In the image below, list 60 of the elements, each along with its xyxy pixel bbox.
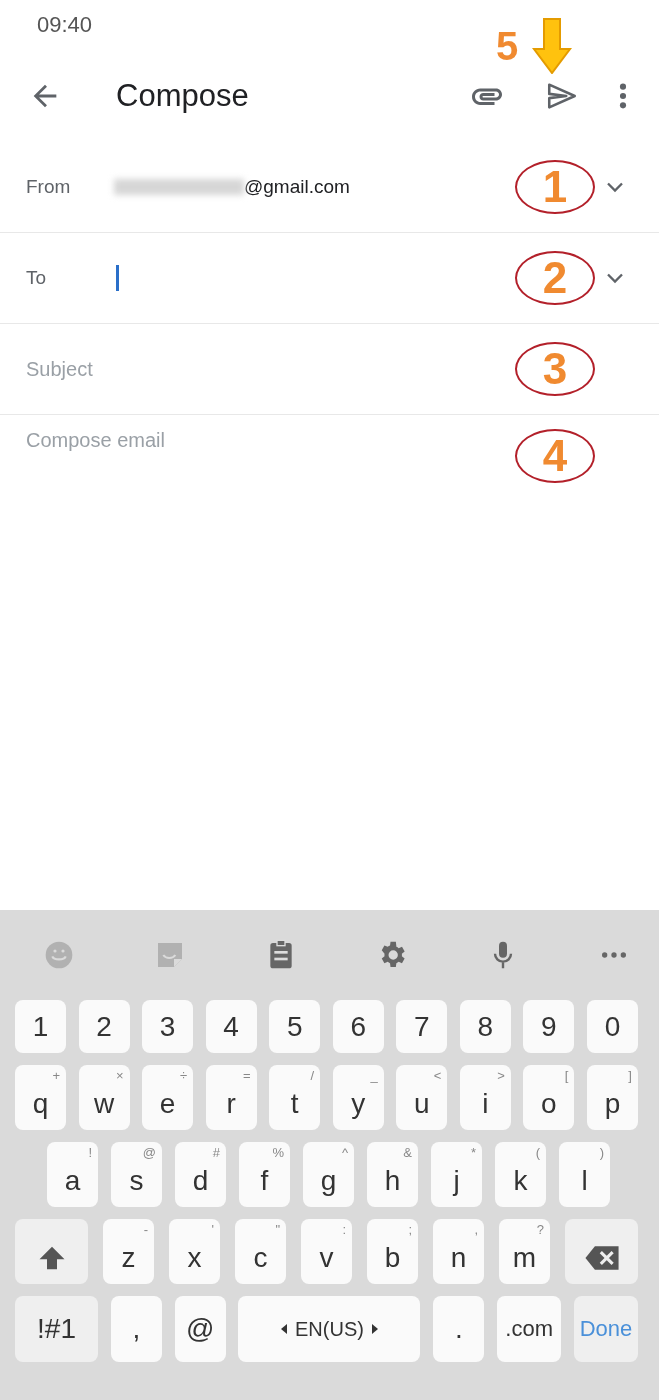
shift-key[interactable] <box>15 1219 88 1284</box>
callout-number: 5 <box>496 26 519 66</box>
key[interactable]: 4 <box>205 1000 257 1053</box>
key[interactable]: " c <box>235 1219 286 1284</box>
key[interactable]: , n <box>433 1219 484 1284</box>
key[interactable]: * j <box>431 1142 482 1207</box>
key[interactable]: + q <box>15 1065 66 1130</box>
key[interactable]: 7 <box>396 1000 448 1053</box>
key[interactable]: [ o <box>523 1065 575 1130</box>
left-triangle-icon <box>281 1324 288 1334</box>
numbered-circle: 2 <box>515 251 595 305</box>
numbered-circle: 4 <box>515 429 595 483</box>
key[interactable]: ? m <box>499 1219 550 1284</box>
key[interactable]: 2 <box>78 1000 130 1053</box>
key[interactable]: - z <box>103 1219 154 1284</box>
key[interactable]: ( k <box>495 1142 546 1207</box>
backspace-key[interactable] <box>565 1219 638 1284</box>
field-label: From <box>26 176 72 198</box>
key[interactable]: ÷ e <box>142 1065 194 1130</box>
key[interactable]: 0 <box>586 1000 638 1053</box>
down-arrow-icon <box>532 18 573 74</box>
domain-key[interactable]: .com <box>497 1296 562 1362</box>
key[interactable]: = r <box>205 1065 257 1130</box>
key[interactable]: × w <box>78 1065 130 1130</box>
subject-field[interactable]: Subject <box>26 349 515 389</box>
symbols-key[interactable]: !#1 <box>15 1296 98 1362</box>
key[interactable]: 9 <box>523 1000 575 1053</box>
key[interactable]: . <box>433 1296 485 1362</box>
screen-title: Compose <box>116 78 250 114</box>
key[interactable]: 8 <box>459 1000 511 1053</box>
key[interactable]: ^ g <box>303 1142 354 1207</box>
key[interactable]: ! a <box>47 1142 98 1207</box>
key[interactable]: : v <box>301 1219 352 1284</box>
numbered-circle: 3 <box>515 342 595 396</box>
key[interactable]: 6 <box>332 1000 384 1053</box>
key[interactable]: @ <box>174 1296 226 1362</box>
key[interactable]: < u <box>396 1065 448 1130</box>
key[interactable]: ) l <box>559 1142 610 1207</box>
input-field[interactable]: @gmail.com <box>114 167 515 207</box>
key[interactable]: > i <box>459 1065 511 1130</box>
body-field[interactable]: Compose email <box>26 429 515 469</box>
key[interactable]: @ s <box>111 1142 162 1207</box>
field-label: To <box>26 267 48 289</box>
key[interactable]: ] p <box>586 1065 638 1130</box>
numbered-circle: 1 <box>515 160 595 214</box>
key[interactable]: , <box>110 1296 162 1362</box>
backspace-icon <box>583 1244 620 1271</box>
key[interactable]: / t <box>269 1065 321 1130</box>
key[interactable]: % f <box>239 1142 290 1207</box>
key[interactable]: ' x <box>169 1219 220 1284</box>
key[interactable]: 5 <box>269 1000 321 1053</box>
key[interactable]: # d <box>175 1142 226 1207</box>
space-key[interactable]: EN(US) <box>238 1296 421 1362</box>
key[interactable]: _ y <box>332 1065 384 1130</box>
key[interactable]: ; b <box>367 1219 418 1284</box>
status-time: 09:40 <box>37 12 93 38</box>
key[interactable]: 1 <box>15 1000 66 1053</box>
key[interactable]: & h <box>367 1142 418 1207</box>
key[interactable]: 3 <box>142 1000 194 1053</box>
right-triangle-icon <box>371 1324 378 1334</box>
